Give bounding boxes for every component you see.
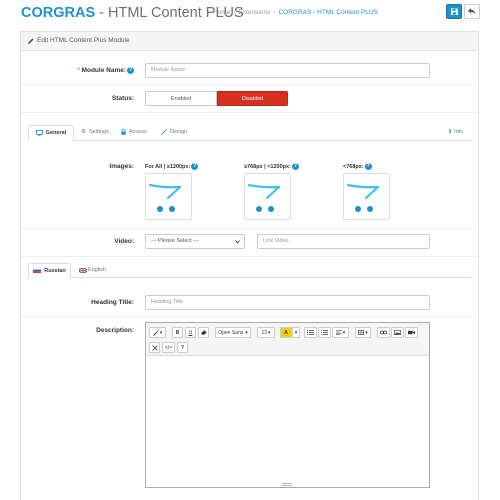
tabs-border — [28, 140, 471, 141]
image-caption-all: For All | ≥1200px:? — [145, 163, 199, 170]
code-icon: </> — [164, 344, 173, 351]
list-ul-icon — [307, 330, 314, 335]
flag-uk-icon — [79, 267, 87, 273]
paragraph-align-dropdown[interactable]: ▾ — [332, 327, 349, 338]
divider — [21, 256, 478, 257]
flag-russia-icon — [33, 268, 42, 273]
help-button[interactable]: ? — [177, 342, 188, 353]
font-color-dropdown[interactable]: ▾ — [292, 327, 300, 338]
bold-button[interactable]: B — [172, 327, 183, 338]
underline-button[interactable]: U — [185, 327, 196, 338]
tab-general[interactable]: General — [28, 125, 74, 141]
caret-down-icon: ▾ — [294, 329, 298, 336]
floppy-icon — [450, 8, 458, 15]
tab-settings[interactable]: ⚙ Settings — [81, 129, 109, 135]
language-tabs-border — [28, 277, 471, 278]
underline-icon: U — [188, 329, 193, 336]
heading-title-label: Heading Title: — [91, 299, 134, 306]
status-label: Status: — [111, 95, 134, 102]
panel-title: Edit HTML Content Plus Module — [28, 37, 130, 44]
table-dropdown[interactable]: ▾ — [355, 327, 371, 338]
link-icon — [380, 330, 387, 335]
code-view-button[interactable]: </> — [162, 342, 175, 353]
video-link-input[interactable]: Link Video — [257, 234, 430, 249]
pencil-icon — [28, 37, 34, 44]
desktop-icon — [35, 130, 43, 136]
font-color-icon: A — [284, 329, 288, 336]
question-icon: ? — [180, 344, 185, 351]
link-button[interactable] — [377, 327, 390, 338]
resize-handle[interactable] — [282, 483, 292, 486]
eraser-icon — [200, 330, 207, 335]
align-left-icon — [335, 330, 342, 335]
picture-button[interactable] — [391, 327, 404, 338]
image-thumb-medium[interactable] — [244, 173, 291, 220]
divider — [21, 228, 478, 229]
module-name-input[interactable]: Module Name — [145, 63, 430, 78]
font-family-dropdown[interactable]: Open Sans ▾ — [215, 327, 251, 338]
image-thumb-all[interactable] — [145, 173, 192, 220]
unordered-list-button[interactable] — [304, 327, 317, 338]
list-ol-icon — [321, 330, 328, 335]
breadcrumb-home[interactable]: Home — [213, 9, 230, 16]
lock-icon — [121, 129, 126, 135]
video-select[interactable]: --- Please Select --- — [145, 234, 245, 249]
video-label: Video: — [114, 238, 134, 245]
description-label: Description: — [96, 327, 134, 334]
fullscreen-icon — [151, 344, 158, 351]
breadcrumb-extensions[interactable]: Extensions — [239, 9, 271, 16]
question-circle-icon[interactable]: ? — [364, 163, 372, 170]
tab-design[interactable]: Design — [161, 129, 187, 135]
heading-title-input[interactable]: Heading Title — [145, 295, 430, 310]
breadcrumb: Home › Extensions › CORGRAS - HTML Content P… — [213, 9, 378, 16]
question-circle-icon[interactable]: ? — [127, 67, 134, 74]
module-name-label: * Module Name:? — [77, 67, 134, 75]
tab-info[interactable]: ℹ Info — [449, 129, 463, 135]
cart-icon — [148, 183, 182, 212]
save-button[interactable] — [446, 4, 462, 19]
divider — [21, 112, 478, 113]
gear-icon: ⚙ — [81, 129, 86, 135]
magic-wand-icon — [152, 329, 159, 336]
images-label: Images: — [109, 163, 134, 170]
divider — [21, 84, 478, 85]
cart-icon — [346, 183, 380, 212]
image-caption-medium: ≥768px | <1200px:? — [244, 163, 299, 170]
chevron-down-icon — [235, 240, 240, 244]
status-enabled-toggle[interactable]: Enabled — [145, 91, 217, 106]
tab-language-english[interactable]: English — [79, 267, 106, 273]
divider — [21, 316, 478, 317]
breadcrumb-module[interactable]: CORGRAS - HTML Content PLUS — [278, 9, 377, 16]
clear-format-button[interactable] — [198, 327, 209, 338]
bold-icon: B — [175, 329, 180, 336]
question-circle-icon[interactable]: ? — [191, 163, 199, 170]
caret-down-icon: ▾ — [245, 329, 248, 336]
caret-down-icon: ▾ — [268, 329, 271, 336]
cart-icon — [247, 183, 281, 212]
image-thumb-small[interactable] — [343, 173, 390, 220]
fullscreen-button[interactable] — [149, 342, 160, 353]
image-icon — [394, 330, 401, 335]
tab-language-russian[interactable]: Russian — [28, 263, 71, 278]
info-icon: ℹ — [449, 129, 452, 135]
image-caption-small: <768px:? — [343, 163, 372, 170]
style-button[interactable]: ▾ — [149, 327, 166, 338]
back-button[interactable] — [464, 4, 480, 19]
reply-icon — [468, 8, 476, 15]
brush-icon — [161, 129, 167, 135]
page-title: CORGRAS - HTML Content PLUS — [21, 5, 244, 21]
font-size-dropdown[interactable]: 13 ▾ — [257, 327, 275, 338]
font-color-button[interactable]: A — [280, 327, 292, 338]
question-circle-icon[interactable]: ? — [291, 163, 299, 170]
tab-access[interactable]: Access — [121, 129, 147, 135]
table-icon — [358, 330, 365, 335]
video-icon — [408, 330, 415, 335]
ordered-list-button[interactable] — [318, 327, 331, 338]
video-button[interactable] — [405, 327, 418, 338]
status-disabled-toggle[interactable]: Disabled — [217, 91, 288, 106]
